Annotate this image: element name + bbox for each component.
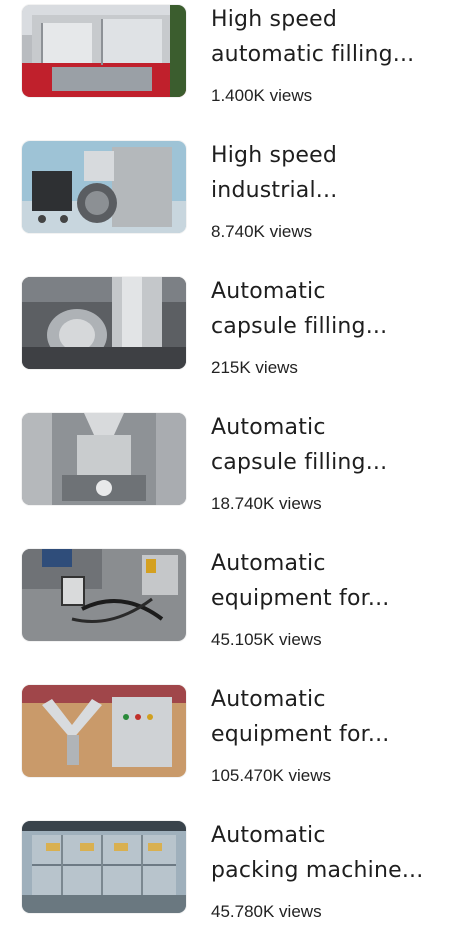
video-thumbnail[interactable] (22, 141, 186, 233)
view-count: 18.740K views (211, 494, 322, 513)
video-title-line: Automatic (211, 279, 326, 304)
machine-thumbnail-image (22, 413, 186, 505)
video-thumbnail[interactable] (22, 5, 186, 97)
video-title-line: Automatic (211, 551, 326, 576)
video-thumbnail[interactable] (22, 821, 186, 913)
video-thumbnail[interactable] (22, 413, 186, 505)
video-title[interactable]: High speed industrial... (211, 138, 451, 208)
machine-thumbnail-image (22, 685, 186, 777)
video-card[interactable]: Automatic equipment for... 45.105K views (0, 544, 457, 680)
video-card[interactable]: Automatic capsule filling... 18.740K vie… (0, 408, 457, 544)
view-count: 1.400K views (211, 86, 313, 105)
video-title-line: Automatic (211, 415, 326, 440)
video-title-line: High speed (211, 7, 338, 32)
video-title[interactable]: Automatic capsule filling... (211, 274, 451, 344)
video-title-line: equipment for... (211, 722, 390, 747)
video-title[interactable]: Automatic equipment for... (211, 682, 451, 752)
video-card[interactable]: High speed industrial... 8.740K views (0, 136, 457, 272)
view-count: 215K views (211, 358, 298, 377)
machine-thumbnail-image (22, 821, 186, 913)
view-count: 8.740K views (211, 222, 313, 241)
video-title[interactable]: Automatic packing machine... (211, 818, 451, 888)
video-title-line: automatic filling... (211, 42, 415, 67)
video-title-line: High speed (211, 143, 338, 168)
machine-thumbnail-image (22, 5, 186, 97)
video-list: High speed automatic filling... 1.400K v… (0, 0, 457, 925)
video-card[interactable]: Automatic capsule filling... 215K views (0, 272, 457, 408)
video-title-line: equipment for... (211, 586, 390, 611)
video-card[interactable]: Automatic packing machine... 45.780K vie… (0, 816, 457, 952)
video-title[interactable]: Automatic capsule filling... (211, 410, 451, 480)
video-title-line: packing machine... (211, 858, 424, 883)
machine-thumbnail-image (22, 549, 186, 641)
video-title-line: Automatic (211, 687, 326, 712)
video-title-line: capsule filling... (211, 314, 388, 339)
video-title[interactable]: Automatic equipment for... (211, 546, 451, 616)
video-thumbnail[interactable] (22, 277, 186, 369)
video-title-line: Automatic (211, 823, 326, 848)
video-card[interactable]: Automatic equipment for... 105.470K view… (0, 680, 457, 816)
machine-thumbnail-image (22, 141, 186, 233)
video-title-line: industrial... (211, 178, 338, 203)
view-count: 45.105K views (211, 630, 322, 649)
machine-thumbnail-image (22, 277, 186, 369)
video-title[interactable]: High speed automatic filling... (211, 2, 451, 72)
video-title-line: capsule filling... (211, 450, 388, 475)
video-thumbnail[interactable] (22, 685, 186, 777)
video-thumbnail[interactable] (22, 549, 186, 641)
video-card[interactable]: High speed automatic filling... 1.400K v… (0, 0, 457, 136)
view-count: 45.780K views (211, 902, 322, 921)
view-count: 105.470K views (211, 766, 332, 785)
